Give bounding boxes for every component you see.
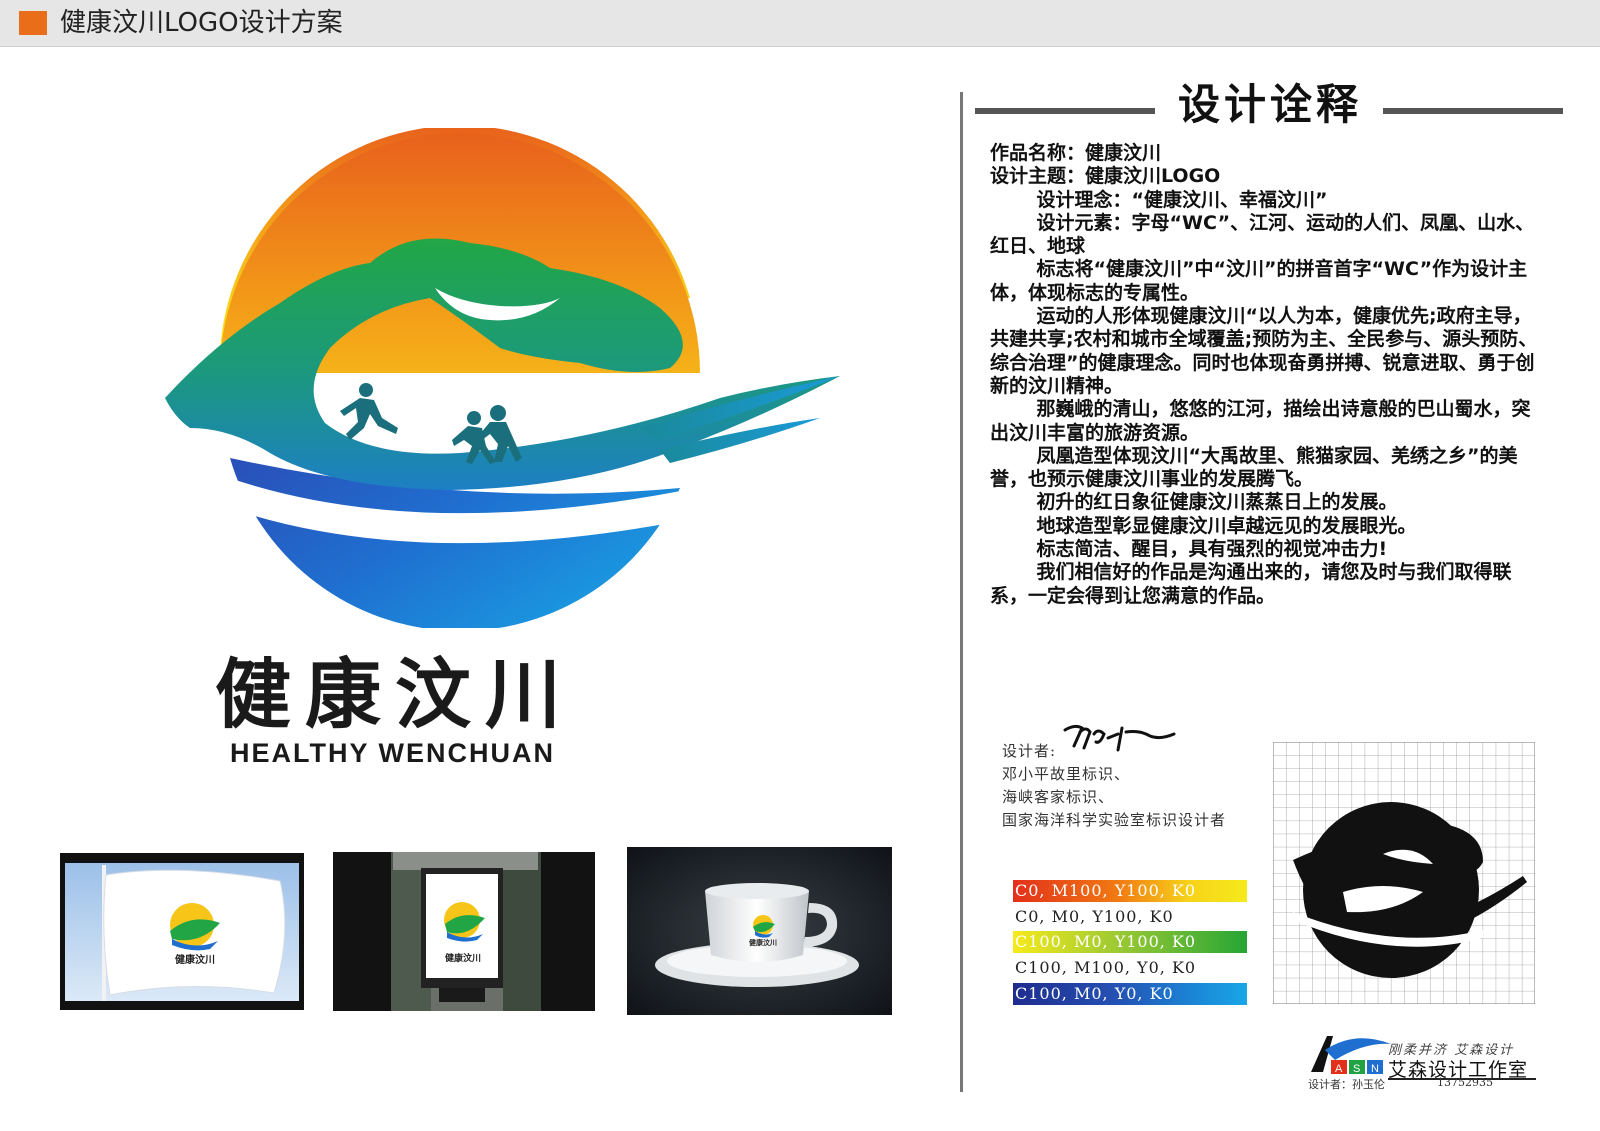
desc-line: 地球造型彰显健康汶川卓越远见的发展眼光。 — [1036, 514, 1417, 537]
flag-logo-text: 健康汶川 — [175, 955, 215, 966]
grid-construction-drawing — [1273, 742, 1535, 1004]
desc-line: 设计主题：健康汶川LOGO — [990, 165, 1221, 188]
logo-name-en: HEALTHY WENCHUAN — [230, 738, 555, 768]
svg-text:N: N — [1371, 1063, 1379, 1075]
desc-line: 设计理念：“健康汶川、幸福汶川” — [1036, 188, 1328, 211]
svg-text:S: S — [1353, 1063, 1360, 1075]
desc-line: 初升的红日象征健康汶川蒸蒸日上的发展。 — [1036, 491, 1398, 514]
page-title: 健康汶川LOGO设计方案 — [60, 8, 343, 38]
desc-line: 我们相信好的作品是沟通出来的，请您及时与我们取得联系，一定会得到让您满意的作品。 — [990, 561, 1512, 607]
section-rule-right — [1383, 108, 1563, 114]
desc-line: 设计元素：字母“WC”、江河、运动的人们、凤凰、山水、红日、地球 — [990, 211, 1535, 258]
designer-credit: 海峡客家标识、 — [1002, 788, 1115, 806]
design-description: 作品名称：健康汶川 设计主题：健康汶川LOGO 设计理念：“健康汶川、幸福汶川”… — [990, 142, 1538, 608]
studio-designer: 设计者：孙玉伦 — [1308, 1078, 1385, 1091]
section-rule-left — [975, 108, 1155, 114]
desc-line: 凤凰造型体现汶川“大禹故里、熊猫家园、羌绣之乡”的美誉，也预示健康汶川事业的发展… — [990, 444, 1518, 491]
designer-credit: 国家海洋科学实验室标识设计者 — [1002, 811, 1227, 829]
designer-credits: 设计者: 邓小平故里标识、 海峡客家标识、 国家海洋科学实验室标识设计者 — [1002, 740, 1272, 832]
color-spec-blue: C100, M0, Y0, K0 — [1013, 983, 1247, 1005]
designer-credit: 邓小平故里标识、 — [1002, 765, 1131, 783]
color-spec-green: C100, M0, Y100, K0 — [1013, 931, 1247, 953]
color-spec-yellow: C0, M0, Y100, K0 — [1015, 907, 1174, 926]
flag-mockup: 健康汶川 — [60, 853, 304, 1010]
svg-text:A: A — [1335, 1063, 1343, 1075]
desc-line: 运动的人形体现健康汶川“以人为本，健康优先;政府主导，共建共享;农村和城市全域覆… — [990, 305, 1538, 397]
cup-logo-text: 健康汶川 — [749, 939, 777, 947]
billboard-mockup: 健康汶川 — [333, 852, 595, 1011]
section-title: 设计诠释 — [1177, 80, 1362, 129]
studio-phone: 13752935 — [1437, 1076, 1493, 1089]
title-accent-square — [19, 11, 47, 35]
desc-line: 那巍峨的清山，悠悠的江河，描绘出诗意般的巴山蜀水，突出汶川丰富的旅游资源。 — [990, 398, 1531, 444]
vertical-divider — [960, 92, 963, 1092]
cup-mockup: 健康汶川 — [627, 847, 892, 1015]
logo-name-cn: 健康汶川 — [215, 650, 575, 739]
studio-logo-icon: A S N — [1311, 1036, 1391, 1075]
color-spec-purple: C100, M100, Y0, K0 — [1015, 958, 1197, 977]
color-spec-red: C0, M100, Y100, K0 — [1013, 880, 1247, 902]
designer-label: 设计者: — [1002, 742, 1057, 760]
billboard-logo-text: 健康汶川 — [445, 954, 482, 964]
desc-line: 标志简洁、醒目，具有强烈的视觉冲击力! — [1036, 538, 1388, 561]
desc-line: 标志将“健康汶川”中“汶川”的拼音首字“WC”作为设计主体，体现标志的专属性。 — [990, 258, 1528, 304]
desc-line: 作品名称：健康汶川 — [990, 142, 1162, 164]
main-logo-graphic — [165, 128, 840, 628]
